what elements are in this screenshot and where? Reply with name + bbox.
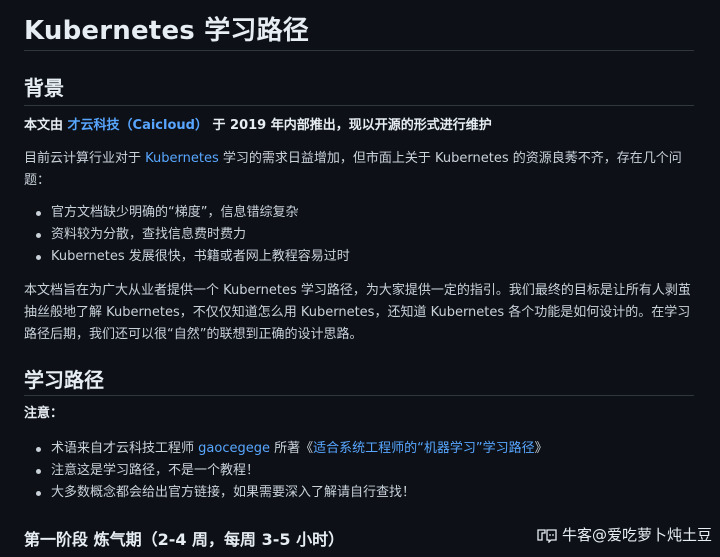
lead-suffix: 于 2019 年内部推出，现以开源的形式进行维护	[207, 118, 492, 133]
note-mid: 所著《	[269, 441, 314, 456]
title-divider	[24, 50, 694, 51]
section-divider	[24, 105, 694, 106]
note-list: 术语来自才云科技工程师 gaocegege 所著《适合系统工程师的“机器学习”学…	[24, 438, 548, 504]
note-label: 注意：	[24, 406, 64, 421]
watermark: 牛客@爱吃萝卜炖土豆	[536, 524, 712, 545]
list-item: Kubernetes 发展很快，书籍或者网上教程容易过时	[24, 246, 350, 268]
lead-paragraph: 本文由 才云科技（Caicloud） 于 2019 年内部推出，现以开源的形式进…	[24, 115, 696, 137]
list-item: 术语来自才云科技工程师 gaocegege 所著《适合系统工程师的“机器学习”学…	[24, 438, 548, 460]
list-item: 注意这是学习路径，不是一个教程！	[24, 460, 548, 482]
readme-document: Kubernetes 学习路径 背景 本文由 才云科技（Caicloud） 于 …	[0, 0, 720, 557]
stage1-heading: 第一阶段 炼气期（2-4 周，每周 3-5 小时）	[24, 530, 345, 549]
watermark-text: 牛客@爱吃萝卜炖土豆	[561, 526, 712, 544]
lead-prefix: 本文由	[24, 118, 68, 133]
list-item: 官方文档缺少明确的“梯度”，信息错综复杂	[24, 202, 350, 224]
purpose-paragraph: 本文档旨在为广大从业者提供一个 Kubernetes 学习路径，为大家提供一定的…	[24, 283, 691, 342]
section-heading-background: 背景	[24, 76, 64, 100]
page-title: Kubernetes 学习路径	[24, 16, 310, 46]
note-suffix: 》	[534, 441, 548, 456]
list-item: 资料较为分散，查找信息费时费力	[24, 224, 350, 246]
list-item: 大多数概念都会给出官方链接，如果需要深入了解请自行查找！	[24, 482, 548, 504]
intro-prefix: 目前云计算行业对于	[24, 151, 146, 166]
ml-learning-path-link[interactable]: 适合系统工程师的“机器学习”学习路径	[313, 441, 534, 456]
problem-list: 官方文档缺少明确的“梯度”，信息错综复杂 资料较为分散，查找信息费时费力 Kub…	[24, 202, 350, 268]
caicloud-link[interactable]: 才云科技（Caicloud）	[68, 118, 208, 133]
section-divider	[24, 395, 694, 396]
gaocegege-link[interactable]: gaocegege	[198, 441, 270, 456]
note-prefix: 术语来自才云科技工程师	[51, 441, 199, 456]
section-heading-learning-path: 学习路径	[24, 368, 104, 392]
niuke-logo-icon	[537, 528, 557, 543]
kubernetes-link[interactable]: Kubernetes	[145, 151, 219, 166]
intro-paragraph: 目前云计算行业对于 Kubernetes 学习的需求日益增加，但市面上关于 Ku…	[24, 148, 696, 192]
